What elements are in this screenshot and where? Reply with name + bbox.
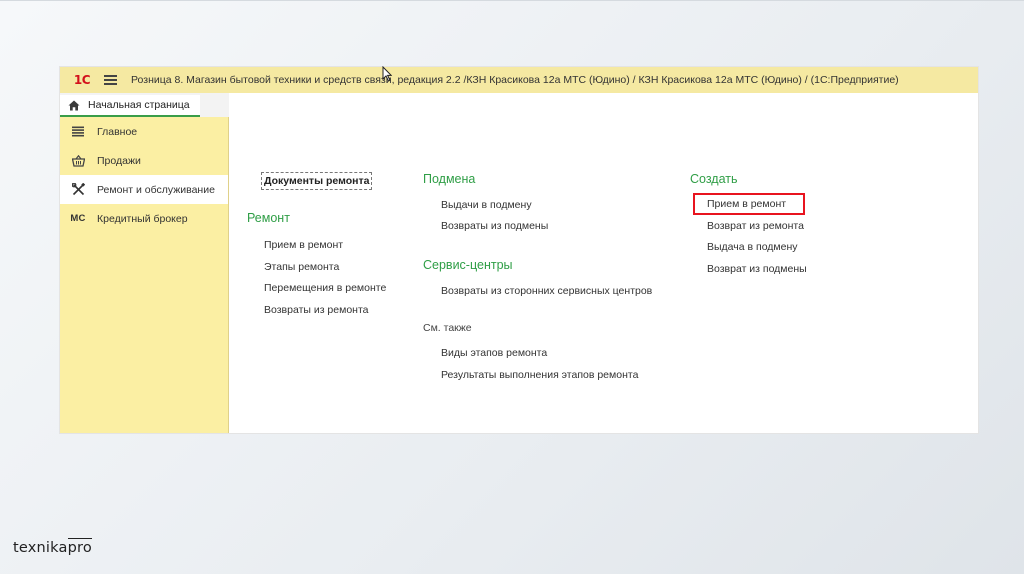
group-title-substitute: Подмена — [423, 172, 476, 186]
link-repair-intake[interactable]: Прием в ремонт — [264, 239, 343, 251]
tab-home[interactable]: Начальная страница — [60, 95, 200, 117]
create-repair-intake[interactable]: Прием в ремонт — [707, 198, 786, 210]
create-substitute-issue[interactable]: Выдача в подмену — [707, 241, 798, 253]
brand-logo: texnikapro — [13, 540, 92, 556]
group-title-service-centers: Сервис-центры — [423, 258, 513, 272]
mc-icon: МС — [70, 213, 86, 224]
sidebar-item-credit-broker[interactable]: МС Кредитный брокер — [60, 204, 228, 233]
tools-icon — [71, 183, 85, 197]
menu-lines-icon — [71, 125, 85, 139]
brand-suffix: pro — [67, 540, 92, 556]
sidebar-item-repair[interactable]: Ремонт и обслуживание — [60, 175, 228, 204]
tab-home-label: Начальная страница — [88, 99, 190, 111]
slide-top-border — [0, 0, 1024, 1]
see-also-title: См. также — [423, 322, 472, 334]
link-repair-stage-results[interactable]: Результаты выполнения этапов ремонта — [441, 369, 638, 381]
create-repair-return[interactable]: Возврат из ремонта — [707, 220, 804, 232]
main-content: Документы ремонта Ремонт Прием в ремонт … — [230, 117, 978, 433]
link-repair-moves[interactable]: Перемещения в ремонте — [264, 282, 386, 294]
link-repair-returns[interactable]: Возвраты из ремонта — [264, 304, 369, 316]
group-title-create: Создать — [690, 172, 738, 186]
link-repair-stages[interactable]: Этапы ремонта — [264, 261, 339, 273]
link-service-center-returns[interactable]: Возвраты из сторонних сервисных центров — [441, 285, 652, 297]
create-substitute-return[interactable]: Возврат из подмены — [707, 263, 807, 275]
sidebar-item-main[interactable]: Главное — [60, 117, 228, 146]
sidebar-item-label: Ремонт и обслуживание — [97, 183, 215, 196]
title-bar: 1С Розница 8. Магазин бытовой техники и … — [60, 67, 978, 93]
documents-repair-link[interactable]: Документы ремонта — [261, 172, 373, 190]
app-window: 1С Розница 8. Магазин бытовой техники и … — [60, 67, 978, 433]
link-repair-stage-types[interactable]: Виды этапов ремонта — [441, 347, 547, 359]
link-substitute-issues[interactable]: Выдачи в подмену — [441, 199, 532, 211]
main-menu-icon[interactable] — [104, 75, 117, 85]
sidebar-item-label: Продажи — [97, 154, 141, 167]
brand-prefix: texnika — [13, 540, 68, 556]
sidebar: Главное Продажи Ремонт и обслуживание МС… — [60, 117, 229, 433]
sidebar-item-label: Кредитный брокер — [97, 212, 188, 225]
link-substitute-returns[interactable]: Возвраты из подмены — [441, 220, 548, 232]
1c-logo-icon: 1С — [73, 73, 91, 87]
sidebar-item-sales[interactable]: Продажи — [60, 146, 228, 175]
tab-bar: Начальная страница — [60, 93, 978, 117]
home-icon — [68, 100, 80, 111]
basket-icon — [71, 154, 85, 168]
window-title: Розница 8. Магазин бытовой техники и сре… — [131, 74, 899, 86]
group-title-repair: Ремонт — [247, 211, 290, 225]
mouse-cursor-icon — [382, 66, 392, 82]
sidebar-item-label: Главное — [97, 125, 138, 138]
